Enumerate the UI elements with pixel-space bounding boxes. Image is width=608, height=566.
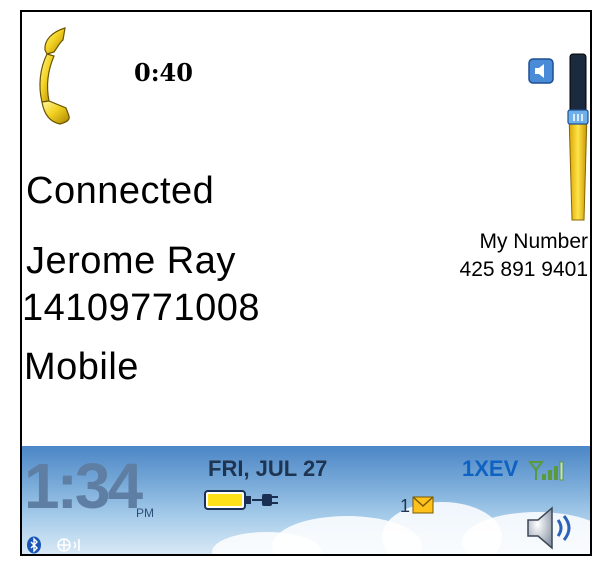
- network-type: 1XEV: [462, 456, 519, 481]
- call-timer: 0:40: [134, 58, 193, 87]
- my-number-value: 425 891 9401: [459, 258, 588, 281]
- globe-signal-icon: [57, 538, 80, 552]
- number-type: Mobile: [24, 346, 139, 388]
- battery-icon: [204, 490, 251, 510]
- contact-number: 14109771008: [22, 287, 260, 329]
- phone-handset-icon: [39, 27, 70, 125]
- envelope-icon[interactable]: [412, 496, 434, 514]
- signal-icon: [528, 461, 564, 481]
- phone-screen: 0:40 Connected Jerome Ray 14109771008 Mo: [20, 10, 592, 556]
- contact-name: Jerome Ray: [26, 240, 236, 282]
- clock-time: 1:34: [24, 450, 143, 522]
- volume-control[interactable]: [528, 52, 590, 224]
- volume-slider[interactable]: [566, 52, 590, 222]
- speaker-icon: [528, 58, 554, 84]
- date-display: FRI, JUL 27: [208, 456, 328, 481]
- message-count: 1: [400, 496, 411, 516]
- bluetooth-icon: [27, 536, 41, 554]
- call-status: Connected: [26, 170, 215, 212]
- my-number-label: My Number: [479, 230, 588, 253]
- speaker-volume-icon[interactable]: [522, 504, 582, 552]
- clock-ampm: PM: [136, 506, 154, 520]
- home-status-bar: 1:34 PM FRI, JUL 27 1XEV 1: [22, 446, 590, 554]
- charging-plug-icon: [252, 494, 278, 506]
